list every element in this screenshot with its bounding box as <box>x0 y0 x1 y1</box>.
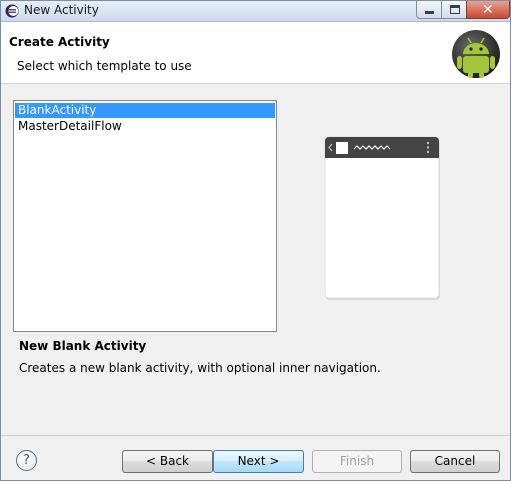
page-subtitle: Select which template to use <box>17 59 192 73</box>
title-bar[interactable]: New Activity ✕ <box>1 1 510 22</box>
help-icon: ? <box>23 453 30 468</box>
eclipse-icon <box>5 4 19 18</box>
help-button[interactable]: ? <box>16 450 37 471</box>
list-item-master-detail-flow[interactable]: MasterDetailFlow <box>15 119 275 134</box>
next-button[interactable]: Next > <box>213 450 304 473</box>
window-title: New Activity <box>24 3 99 17</box>
list-item-blank-activity[interactable]: BlankActivity <box>15 103 275 118</box>
minimize-button[interactable] <box>416 1 442 19</box>
android-logo-icon <box>452 30 500 78</box>
back-button[interactable]: < Back <box>122 450 213 473</box>
template-description-text: Creates a new blank activity, with optio… <box>19 361 381 375</box>
close-icon: ✕ <box>482 2 494 18</box>
minimize-icon <box>425 11 434 14</box>
template-description-title: New Blank Activity <box>19 339 147 353</box>
close-button[interactable]: ✕ <box>466 1 510 19</box>
new-activity-dialog: New Activity ✕ Create Activity Select wh… <box>0 0 511 481</box>
maximize-button[interactable] <box>441 1 467 19</box>
cancel-button[interactable]: Cancel <box>410 450 500 473</box>
wizard-header: Create Activity Select which template to… <box>1 22 510 84</box>
template-preview <box>324 136 440 300</box>
page-title: Create Activity <box>9 35 110 49</box>
finish-button[interactable]: Finish <box>312 450 402 473</box>
maximize-icon <box>450 5 460 14</box>
template-list[interactable]: BlankActivity MasterDetailFlow <box>13 100 277 332</box>
footer-divider <box>1 435 510 436</box>
